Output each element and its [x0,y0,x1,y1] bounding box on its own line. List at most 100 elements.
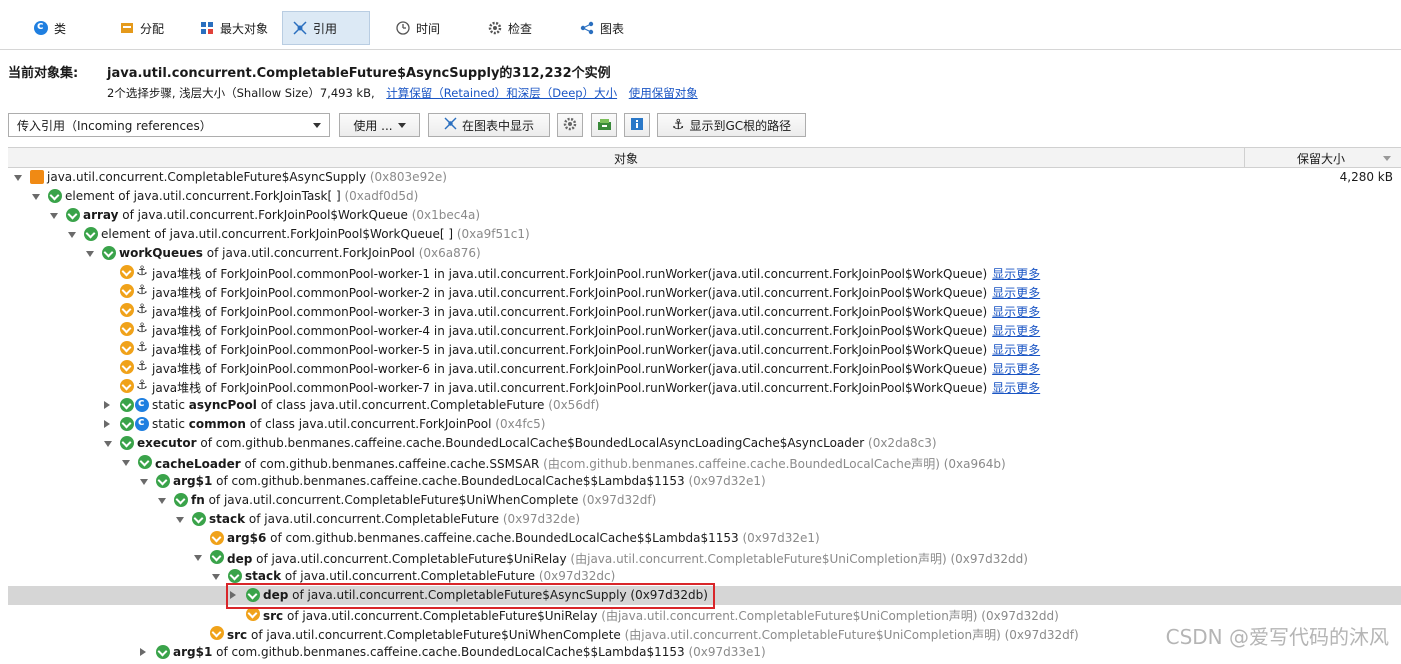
object-address: (0x2da8c3) [864,436,937,450]
show-more-link[interactable]: 显示更多 [992,343,1040,357]
expand-open-icon[interactable] [140,479,148,485]
retained-size-value: 4,280 kB [1339,170,1393,184]
row-label: stack of java.util.concurrent.Completabl… [245,569,615,583]
row-icons [48,189,62,204]
row-label: java堆栈 of ForkJoinPool.commonPool-worker… [152,303,1040,320]
export-button[interactable] [591,113,617,137]
info-button[interactable] [624,113,650,137]
tab-biggest-objects[interactable]: 最大对象 [190,11,278,45]
table-row[interactable]: ⚓ java堆栈 of ForkJoinPool.commonPool-worke… [8,282,1401,301]
use-retained-objects-link[interactable]: 使用保留对象 [629,86,698,100]
expand-open-icon[interactable] [68,232,76,238]
gear-icon [563,117,577,134]
show-more-link[interactable]: 显示更多 [992,305,1040,319]
table-row[interactable]: arg$6 of com.github.benmanes.caffeine.ca… [8,529,1401,548]
chevron-down-icon [397,122,406,128]
row-label: executor of com.github.benmanes.caffeine… [137,436,937,450]
row-label: element of java.util.concurrent.ForkJoin… [65,189,418,203]
tab-inspect[interactable]: 检查 [478,11,542,45]
expand-open-icon[interactable] [122,460,130,466]
tab-classes[interactable]: 类 [24,11,76,45]
object-cube-icon [30,170,44,184]
expand-open-icon[interactable] [104,441,112,447]
row-icons: ⚓ [120,322,149,337]
reference-type-select[interactable]: 传入引用（Incoming references） [8,113,330,137]
row-type: of com.github.benmanes.caffeine.cache.Bo… [212,645,685,659]
row-type: java堆栈 of ForkJoinPool.commonPool-worker… [152,381,988,395]
table-row[interactable]: java.util.concurrent.CompletableFuture$A… [8,168,1401,187]
object-address: (0x6a876) [414,246,481,260]
column-object[interactable]: 对象 [8,148,1245,168]
tab-allocations[interactable]: 分配 [110,11,174,45]
row-label: src of java.util.concurrent.CompletableF… [227,626,1079,643]
reference-icon [48,189,62,203]
table-row[interactable]: array of java.util.concurrent.ForkJoinPo… [8,206,1401,225]
calculate-retained-link[interactable]: 计算保留（Retained）和深层（Deep）大小 [386,86,617,100]
table-row[interactable]: ⚓ java堆栈 of ForkJoinPool.commonPool-worke… [8,301,1401,320]
references-icon [293,21,307,35]
show-gc-root-path-button[interactable]: ⚓ 显示到GC根的路径 [657,113,806,137]
table-header: 对象 保留大小 [8,148,1401,168]
tab-time[interactable]: 时间 [386,11,450,45]
table-row[interactable]: ⚓ java堆栈 of ForkJoinPool.commonPool-worke… [8,263,1401,282]
expand-open-icon[interactable] [86,251,94,257]
allocation-icon [120,21,134,35]
object-address: (0x4fc5) [491,417,546,431]
expand-open-icon[interactable] [194,555,202,561]
expand-open-icon[interactable] [212,574,220,580]
reference-icon [210,550,224,564]
table-row[interactable]: fn of java.util.concurrent.CompletableFu… [8,491,1401,510]
expand-open-icon[interactable] [158,498,166,504]
table-row[interactable]: stack of java.util.concurrent.Completabl… [8,510,1401,529]
row-type: of com.github.benmanes.caffeine.cache.Bo… [212,474,685,488]
show-in-graph-button[interactable]: 在图表中显示 [428,113,550,137]
tab-references[interactable]: 引用 [282,11,370,45]
use-button[interactable]: 使用 ... [339,113,420,137]
settings-button[interactable] [557,113,583,137]
show-more-link[interactable]: 显示更多 [992,286,1040,300]
row-icons: ⚓ [120,341,149,356]
gc-root-reference-icon [210,626,224,640]
tab-graph[interactable]: 图表 [570,11,634,45]
table-row[interactable]: ⚓ java堆栈 of ForkJoinPool.commonPool-worke… [8,358,1401,377]
row-label: element of java.util.concurrent.ForkJoin… [101,227,530,241]
table-row[interactable]: element of java.util.concurrent.ForkJoin… [8,187,1401,206]
row-type: java.util.concurrent.CompletableFuture$A… [47,170,367,184]
expand-open-icon[interactable] [14,175,22,181]
row-icons [102,246,116,261]
row-label: arg$1 of com.github.benmanes.caffeine.ca… [173,645,766,659]
expand-open-icon[interactable] [50,213,58,219]
table-row[interactable]: ⚓ java堆栈 of ForkJoinPool.commonPool-worke… [8,339,1401,358]
row-icons [192,512,206,527]
row-type: of java.util.concurrent.CompletableFutur… [204,493,579,507]
class-icon [34,19,48,35]
expand-closed-icon[interactable] [140,648,146,656]
expand-closed-icon[interactable] [104,420,110,428]
column-retained-size[interactable]: 保留大小 [1245,148,1401,168]
table-row[interactable]: ⚓ java堆栈 of ForkJoinPool.commonPool-worke… [8,377,1401,396]
table-row[interactable]: arg$1 of com.github.benmanes.caffeine.ca… [8,472,1401,491]
show-more-link[interactable]: 显示更多 [992,324,1040,338]
expand-open-icon[interactable] [176,517,184,523]
table-row[interactable]: ⚓ java堆栈 of ForkJoinPool.commonPool-worke… [8,320,1401,339]
table-row[interactable]: static asyncPool of class java.util.conc… [8,396,1401,415]
show-more-link[interactable]: 显示更多 [992,267,1040,281]
table-row[interactable]: static common of class java.util.concurr… [8,415,1401,434]
table-row[interactable]: element of java.util.concurrent.ForkJoin… [8,225,1401,244]
table-row[interactable]: cacheLoader of com.github.benmanes.caffe… [8,453,1401,472]
field-name: arg$6 [227,531,267,545]
field-name: dep [227,552,253,566]
field-name: fn [191,493,205,507]
expand-closed-icon[interactable] [104,401,110,409]
row-icons [120,436,134,451]
table-row[interactable]: executor of com.github.benmanes.caffeine… [8,434,1401,453]
reference-icon [120,436,134,450]
row-type: of java.util.concurrent.CompletableFutur… [281,569,536,583]
row-type: java堆栈 of ForkJoinPool.commonPool-worker… [152,362,988,376]
show-more-link[interactable]: 显示更多 [992,362,1040,376]
row-icons [30,170,44,185]
show-more-link[interactable]: 显示更多 [992,381,1040,395]
table-row[interactable]: dep of java.util.concurrent.CompletableF… [8,548,1401,567]
table-row[interactable]: workQueues of java.util.concurrent.ForkJ… [8,244,1401,263]
expand-open-icon[interactable] [32,194,40,200]
